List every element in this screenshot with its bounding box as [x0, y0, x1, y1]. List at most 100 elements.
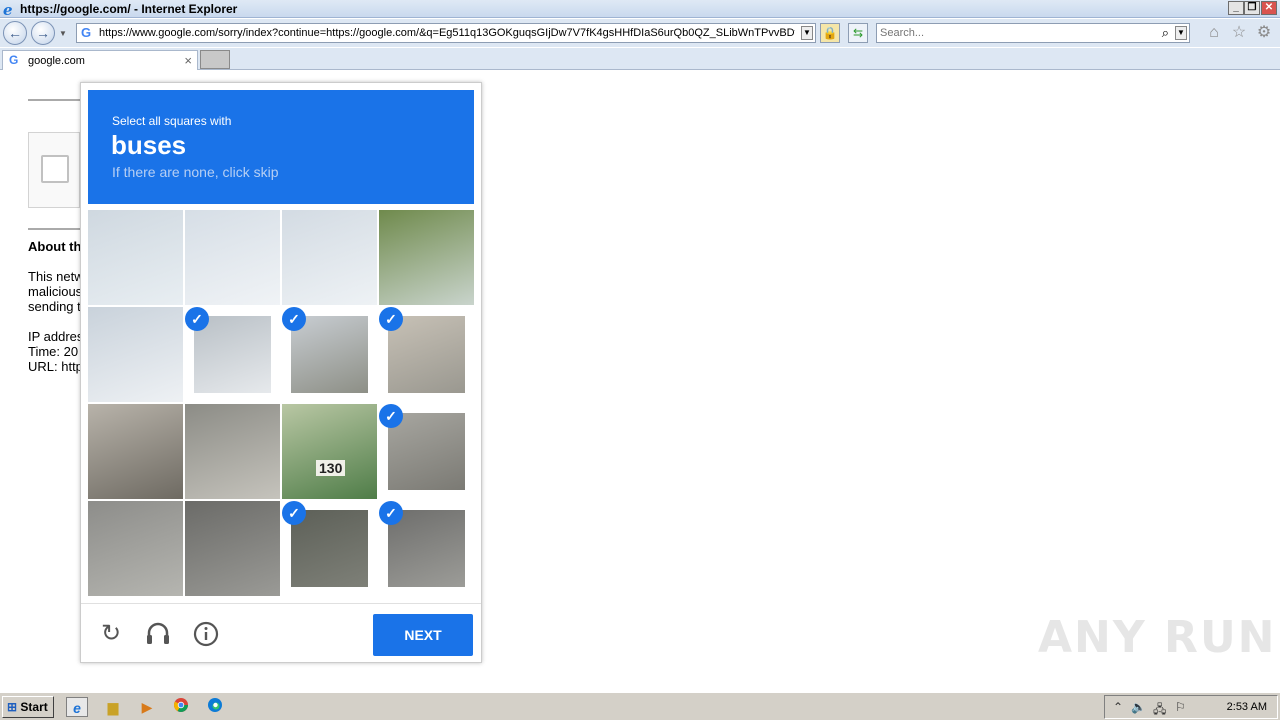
- lock-button[interactable]: 🔒: [820, 23, 840, 43]
- lock-icon: 🔒: [822, 26, 838, 40]
- selected-check-icon: ✓: [379, 307, 403, 331]
- page-text-line: sending t: [28, 299, 80, 314]
- google-favicon-icon: G: [81, 25, 92, 40]
- tile-image: [88, 501, 183, 596]
- tile-image: [194, 316, 271, 393]
- captcha-image-grid: ✓ ✓ ✓ 130 ✓ ✓ ✓: [88, 210, 474, 596]
- tile-image: [379, 210, 474, 305]
- title-bar: e https://google.com/ - Internet Explore…: [0, 0, 1280, 19]
- tile-image: [291, 510, 368, 587]
- search-input[interactable]: [880, 26, 1150, 40]
- next-button[interactable]: NEXT: [373, 614, 473, 656]
- network-icon[interactable]: 🖧: [1153, 700, 1166, 721]
- anyrun-watermark: ANY RUN: [1038, 612, 1277, 663]
- captcha-tile[interactable]: ✓: [282, 307, 377, 402]
- tile-image: [282, 404, 377, 499]
- search-icon[interactable]: ⌕: [1162, 25, 1169, 41]
- search-box[interactable]: ⌕ ▼: [876, 23, 1190, 43]
- volume-icon[interactable]: 🔈: [1131, 700, 1146, 714]
- captcha-tile[interactable]: [88, 210, 183, 305]
- time-line: Time: 20: [28, 344, 79, 359]
- captcha-tile[interactable]: ✓: [282, 501, 377, 596]
- reload-icon[interactable]: ↻: [97, 620, 125, 648]
- history-dropdown-icon[interactable]: ▼: [59, 29, 67, 38]
- edge-taskbar-icon[interactable]: [204, 697, 226, 717]
- ie-taskbar-icon[interactable]: e: [66, 697, 88, 717]
- captcha-tile[interactable]: [185, 501, 280, 596]
- close-window-button[interactable]: ✕: [1261, 1, 1277, 15]
- address-url[interactable]: https://www.google.com/sorry/index?conti…: [99, 27, 795, 39]
- media-player-taskbar-icon[interactable]: ▶: [136, 697, 158, 717]
- windows-flag-icon: ⊞: [7, 700, 18, 714]
- tile-image: [388, 510, 465, 587]
- info-icon[interactable]: [192, 620, 220, 648]
- gear-icon[interactable]: ⚙: [1255, 24, 1273, 42]
- captcha-tile[interactable]: [282, 210, 377, 305]
- audio-icon[interactable]: [144, 620, 172, 648]
- captcha-tile[interactable]: [88, 501, 183, 596]
- tile-image: [388, 316, 465, 393]
- captcha-tile[interactable]: ✓: [379, 501, 474, 596]
- about-heading: About th: [28, 239, 80, 254]
- new-tab-button[interactable]: [200, 50, 230, 69]
- captcha-tile[interactable]: [88, 404, 183, 499]
- page-text-line: This netw: [28, 269, 80, 284]
- selected-check-icon: ✓: [282, 501, 306, 525]
- clock[interactable]: 2:53 AM: [1227, 701, 1267, 713]
- captcha-tile[interactable]: [379, 210, 474, 305]
- captcha-instruction: Select all squares with: [112, 114, 232, 128]
- bus-number-label: 130: [316, 460, 346, 476]
- window-title: https://google.com/ - Internet Explorer: [20, 2, 238, 16]
- tile-image: [185, 210, 280, 305]
- tile-image: [88, 404, 183, 499]
- selected-check-icon: ✓: [379, 404, 403, 428]
- captcha-challenge-dialog: Select all squares with buses If there a…: [80, 82, 482, 663]
- forward-button[interactable]: →: [31, 21, 55, 45]
- tile-image: [185, 404, 280, 499]
- tile-image: [185, 501, 280, 596]
- captcha-tile[interactable]: [88, 307, 183, 402]
- explorer-taskbar-icon[interactable]: ▆: [102, 697, 124, 717]
- tile-image: [291, 316, 368, 393]
- search-dropdown-icon[interactable]: ▼: [1175, 26, 1187, 40]
- captcha-tile[interactable]: ✓: [379, 307, 474, 402]
- page-text-line: malicious: [28, 284, 80, 299]
- start-button[interactable]: ⊞ Start: [2, 696, 54, 718]
- tab-label: google.com: [28, 55, 85, 67]
- show-hidden-icons-icon[interactable]: ⌃: [1113, 700, 1123, 714]
- selected-check-icon: ✓: [282, 307, 306, 331]
- favorites-star-icon[interactable]: ☆: [1230, 24, 1248, 42]
- svg-text:e: e: [3, 1, 13, 17]
- address-dropdown-icon[interactable]: ▼: [801, 26, 813, 40]
- divider: [28, 99, 80, 101]
- address-bar[interactable]: G https://www.google.com/sorry/index?con…: [76, 23, 816, 43]
- tab-google[interactable]: G google.com ×: [2, 50, 198, 70]
- captcha-target: buses: [111, 130, 187, 160]
- forward-arrow-icon: →: [36, 25, 50, 41]
- chrome-taskbar-icon[interactable]: [170, 697, 192, 717]
- tile-image: [282, 210, 377, 305]
- captcha-footer: ↻ NEXT: [81, 603, 481, 663]
- back-button[interactable]: ←: [3, 21, 27, 45]
- captcha-tile[interactable]: ✓: [185, 307, 280, 402]
- tile-image: [88, 210, 183, 305]
- system-tray: ⌃ 🔈 🖧 ⚐ 2:53 AM: [1104, 695, 1278, 719]
- restore-button[interactable]: ❐: [1244, 1, 1260, 15]
- refresh-button[interactable]: ⇆: [848, 23, 868, 43]
- selected-check-icon: ✓: [379, 501, 403, 525]
- tile-image: [388, 413, 465, 490]
- action-center-flag-icon[interactable]: ⚐: [1175, 700, 1186, 714]
- taskbar: ⊞ Start e ▆ ▶ ⌃ 🔈 🖧 ⚐ 2:53 AM: [0, 692, 1280, 720]
- captcha-tile[interactable]: [185, 404, 280, 499]
- home-icon[interactable]: ⌂: [1205, 24, 1223, 42]
- captcha-tile[interactable]: 130: [282, 404, 377, 499]
- tab-bar: G google.com ×: [0, 48, 1280, 70]
- captcha-tile[interactable]: ✓: [379, 404, 474, 499]
- recaptcha-checkbox[interactable]: [41, 155, 69, 183]
- navigation-bar: ← → ▼ G https://www.google.com/sorry/ind…: [0, 19, 1280, 47]
- close-tab-icon[interactable]: ×: [184, 53, 192, 68]
- minimize-button[interactable]: _: [1228, 1, 1244, 15]
- captcha-tile[interactable]: [185, 210, 280, 305]
- captcha-header: Select all squares with buses If there a…: [88, 90, 474, 204]
- start-label: Start: [20, 700, 48, 714]
